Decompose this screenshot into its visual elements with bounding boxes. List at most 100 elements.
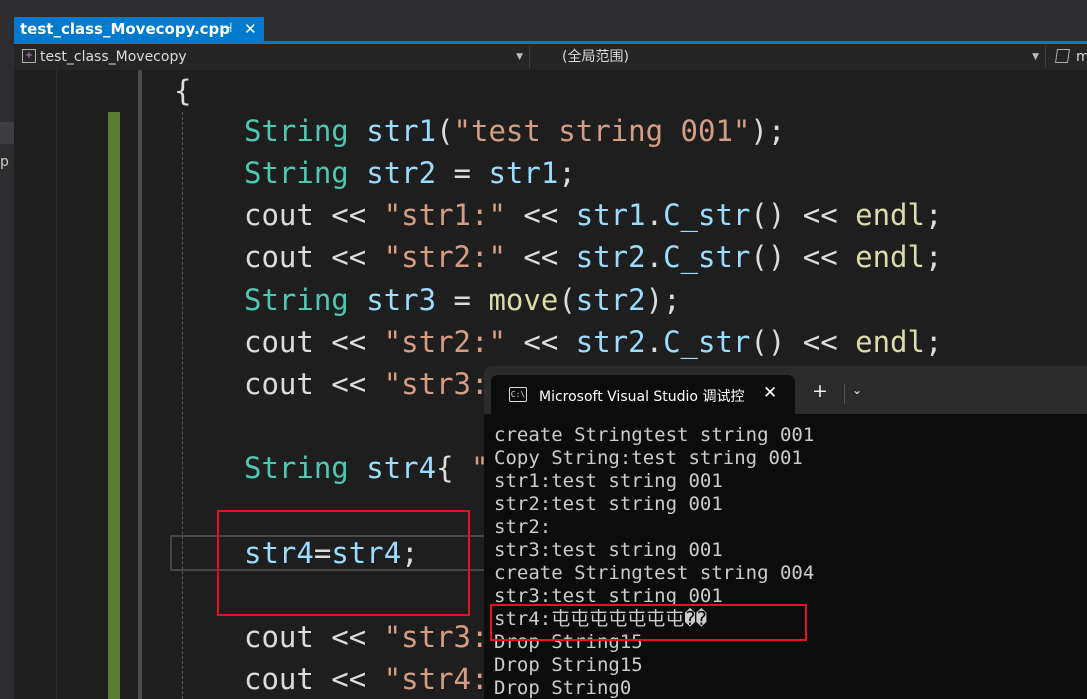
project-name: test_class_Movecopy bbox=[40, 49, 187, 65]
console-output: create Stringtest string 001 Copy String:… bbox=[494, 424, 814, 699]
console-title: Microsoft Visual Studio 调试控 bbox=[539, 389, 745, 405]
code-line: cout << "str1:" << str1.C_str() << endl; bbox=[244, 194, 942, 236]
code-token: str2 bbox=[575, 324, 646, 359]
highlight-box-output bbox=[490, 604, 807, 641]
code-token: cout bbox=[244, 198, 314, 233]
console-output-line: str3:test string 001 bbox=[494, 539, 723, 561]
project-icon: + bbox=[22, 49, 36, 63]
code-token: endl bbox=[855, 324, 925, 359]
side-tool-tab[interactable] bbox=[0, 122, 14, 144]
code-token: cout bbox=[244, 619, 314, 654]
side-tool-label: p bbox=[0, 154, 9, 170]
code-token: move bbox=[488, 282, 559, 317]
cube-icon bbox=[1055, 49, 1070, 63]
project-dropdown[interactable]: + test_class_Movecopy ▼ bbox=[16, 46, 530, 68]
code-token: "str2:" bbox=[383, 240, 506, 275]
code-token: << bbox=[313, 366, 384, 401]
code-line: String str3 = move(str2); bbox=[244, 279, 681, 321]
code-token: << bbox=[505, 324, 576, 359]
member-label: m bbox=[1076, 49, 1087, 65]
code-line: String str2 = str1; bbox=[244, 152, 576, 194]
code-token: endl bbox=[855, 240, 925, 275]
line-number-margin bbox=[14, 70, 57, 699]
code-token: ; bbox=[924, 198, 943, 233]
debug-console-window[interactable]: C:\ Microsoft Visual Studio 调试控 ✕ + ⌄ cr… bbox=[484, 366, 1087, 699]
document-tab-strip: test_class_Movecopy.cpp ⊣ ✕ bbox=[0, 0, 1087, 44]
code-token: str1 bbox=[366, 114, 437, 148]
code-token: C_str bbox=[663, 198, 751, 233]
left-tool-strip: p bbox=[0, 44, 14, 699]
code-token: String bbox=[244, 114, 349, 148]
code-token: String bbox=[244, 451, 349, 486]
outline-line bbox=[138, 70, 142, 699]
code-line: cout << "str4: bbox=[244, 658, 488, 699]
code-token: << bbox=[313, 661, 384, 696]
chevron-down-icon[interactable]: ⌄ bbox=[852, 383, 862, 397]
code-token: C_str bbox=[663, 324, 751, 359]
code-line: cout << "str2:" << str2.C_str() << endl; bbox=[244, 236, 942, 278]
code-token: = bbox=[436, 156, 489, 191]
close-icon[interactable]: ✕ bbox=[763, 383, 777, 403]
chevron-down-icon: ▼ bbox=[516, 52, 523, 62]
tab-test-class-movecopy[interactable]: test_class_Movecopy.cpp ⊣ ✕ bbox=[14, 17, 264, 41]
scope-dropdown[interactable]: (全局范围) ▼ bbox=[536, 46, 1046, 68]
code-token: "str3: bbox=[383, 619, 489, 654]
code-token: << bbox=[505, 198, 576, 233]
change-tracking-bar bbox=[108, 112, 120, 699]
console-output-line: Drop String15 bbox=[494, 654, 643, 676]
code-token: () << bbox=[750, 198, 856, 233]
console-output-line: create Stringtest string 004 bbox=[494, 562, 815, 584]
code-token: ( bbox=[558, 282, 576, 317]
code-token: "str1:" bbox=[383, 198, 506, 233]
console-output-line: Drop String0 bbox=[494, 677, 632, 699]
code-token: << bbox=[505, 240, 576, 275]
console-output-line: str1:test string 001 bbox=[494, 470, 723, 492]
code-token: { bbox=[436, 451, 471, 486]
code-token: "str3: bbox=[383, 366, 489, 401]
highlight-box-code bbox=[217, 510, 470, 616]
code-token: cout bbox=[244, 661, 314, 696]
code-line: cout << "str2:" << str2.C_str() << endl; bbox=[244, 321, 942, 363]
code-token: str3 bbox=[366, 282, 437, 317]
code-token: str2 bbox=[366, 156, 437, 191]
code-token: () << bbox=[750, 324, 856, 359]
code-token: ; bbox=[924, 240, 943, 275]
code-token: str4 bbox=[366, 451, 437, 486]
code-token: str1 bbox=[575, 198, 646, 233]
code-line: String str1("test string 001"); bbox=[244, 110, 785, 152]
code-token: ( bbox=[436, 114, 454, 148]
code-line: String str4{ " bbox=[244, 447, 488, 489]
code-token: str2 bbox=[575, 282, 646, 317]
console-titlebar: C:\ Microsoft Visual Studio 调试控 ✕ + ⌄ bbox=[484, 366, 1087, 414]
code-token: str1 bbox=[488, 156, 559, 191]
titlebar-divider bbox=[844, 384, 845, 404]
code-token: cout bbox=[244, 240, 314, 275]
code-token: << bbox=[313, 240, 384, 275]
console-output-line: str2:test string 001 bbox=[494, 493, 723, 515]
tab-filename: test_class_Movecopy.cpp bbox=[20, 20, 231, 38]
member-dropdown[interactable]: m bbox=[1052, 46, 1087, 68]
console-output-line: Copy String:test string 001 bbox=[494, 447, 803, 469]
code-token: cout bbox=[244, 366, 314, 401]
new-tab-icon[interactable]: + bbox=[812, 380, 828, 402]
pin-icon[interactable]: ⊣ bbox=[221, 17, 232, 41]
code-token: << bbox=[313, 198, 384, 233]
open-brace: { bbox=[174, 74, 192, 108]
code-token: ); bbox=[750, 114, 786, 148]
code-token: . bbox=[645, 324, 664, 359]
code-token: = bbox=[436, 282, 489, 317]
code-token: << bbox=[313, 324, 384, 359]
console-output-line: str2: bbox=[494, 516, 552, 538]
code-token: "test string 001" bbox=[453, 114, 751, 148]
console-tab[interactable]: C:\ Microsoft Visual Studio 调试控 ✕ bbox=[491, 375, 795, 414]
code-line: cout << "str3: bbox=[244, 616, 488, 658]
code-token: C_str bbox=[663, 240, 751, 275]
scope-label: (全局范围) bbox=[562, 49, 629, 65]
code-token: endl bbox=[855, 198, 925, 233]
code-token: ); bbox=[645, 282, 681, 317]
code-token: "str2:" bbox=[383, 324, 506, 359]
close-icon[interactable]: ✕ bbox=[244, 17, 257, 41]
